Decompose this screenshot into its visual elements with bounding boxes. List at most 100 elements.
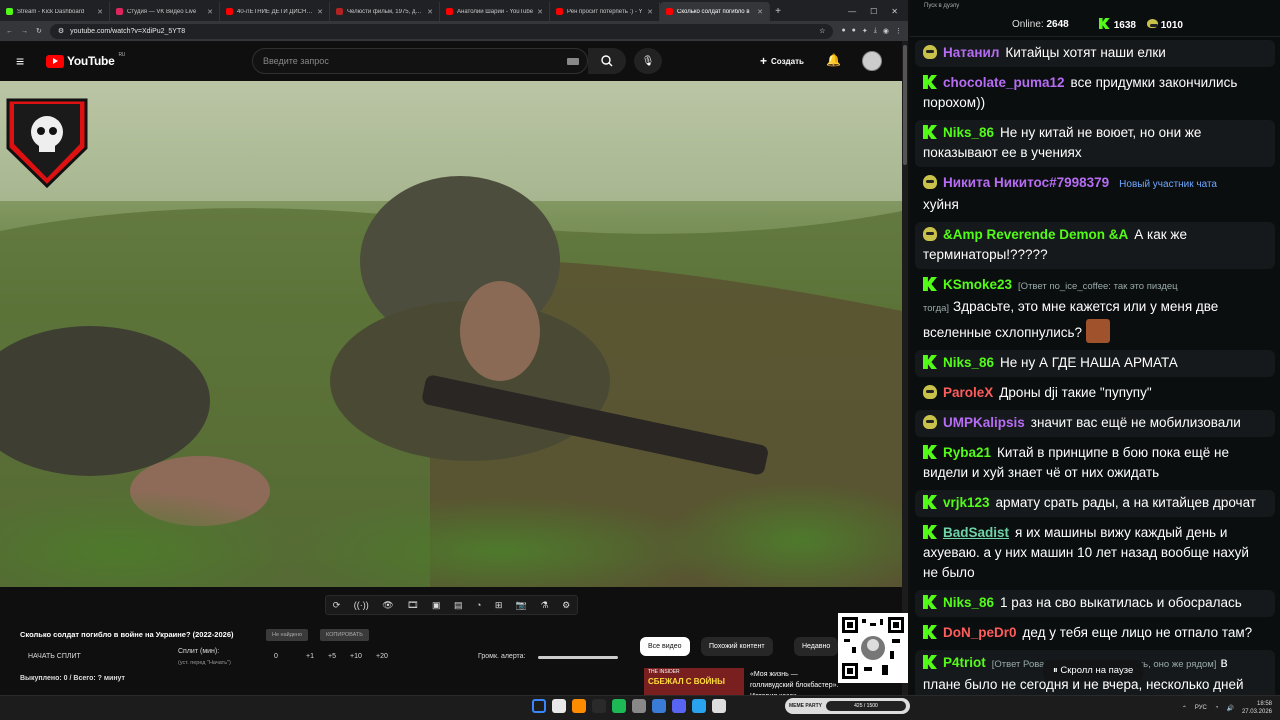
obs-icon[interactable]	[632, 699, 646, 713]
tab-favicon-icon	[116, 8, 123, 15]
profile-icon[interactable]: ◉	[883, 27, 889, 35]
menu-dots-icon[interactable]: ⋮	[895, 27, 902, 35]
chat-username[interactable]: ParoleX	[943, 385, 993, 400]
clock[interactable]: 18:58 27.03.2026	[1242, 700, 1272, 716]
chrome-icon[interactable]	[572, 699, 586, 713]
camera-icon[interactable]: 📷	[516, 600, 527, 611]
site-info-icon[interactable]: ⚙	[58, 27, 64, 35]
chat-username[interactable]: Niks_86	[943, 595, 994, 610]
kick-widget[interactable]: MEME PARTY 425 / 1500	[785, 698, 910, 714]
extension-icon[interactable]: ●	[841, 27, 845, 35]
player-extension-toolbar: ⟳ ((·)) 👁 🎞 ▣ ▤ ◔ ⊞ 📷 ⚗ ⚙	[325, 595, 578, 615]
subtitles-icon[interactable]: ▤	[454, 600, 463, 611]
video-frame	[0, 81, 902, 587]
new-tab-button[interactable]: +	[770, 2, 786, 21]
chat-username[interactable]: vrjk123	[943, 495, 990, 510]
repeat-icon[interactable]: ⟳	[333, 600, 341, 611]
tab-close-icon[interactable]: ✕	[647, 8, 653, 16]
start-split-button[interactable]: НАЧАТЬ СПЛИТ	[28, 653, 81, 660]
browser-tab[interactable]: Челюсти фильм, 1975, дата ✕	[330, 2, 440, 21]
start-icon[interactable]	[532, 699, 546, 713]
chat-username[interactable]: Ryba21	[943, 445, 991, 460]
browser-tab[interactable]: Рен просит потерпеть :) - Y ✕	[550, 2, 660, 21]
tab-close-icon[interactable]: ✕	[207, 8, 213, 16]
browser-tab[interactable]: 40-ЛЕТНИЕ ДЕТИ ДИСНЕЕВ ✕	[220, 2, 330, 21]
page-scrollbar[interactable]	[902, 41, 908, 695]
chat-username[interactable]: DoN_peDr0	[943, 625, 1017, 640]
discord-icon[interactable]	[652, 699, 666, 713]
browser-tab[interactable]: Stream - Kick Dashboard ✕	[0, 2, 110, 21]
avatar[interactable]	[862, 51, 882, 71]
film-icon[interactable]: 🎞	[407, 600, 418, 611]
steam-icon[interactable]	[592, 699, 606, 713]
forward-icon[interactable]: →	[21, 28, 28, 35]
pet-badge-icon	[923, 45, 937, 59]
chat-username[interactable]: P4triot	[943, 655, 986, 670]
volume-icon[interactable]: 🔊	[1226, 705, 1233, 712]
back-icon[interactable]: ←	[6, 28, 13, 35]
chat-username[interactable]: KSmoke23	[943, 277, 1012, 292]
tab-close-icon[interactable]: ✕	[537, 8, 543, 16]
chip-recent[interactable]: Недавно	[794, 637, 838, 656]
chat-username[interactable]: chocolate_puma12	[943, 75, 1065, 90]
app-icon[interactable]	[672, 699, 686, 713]
puzzle-icon[interactable]: ✦	[862, 27, 868, 35]
maximize-icon[interactable]: ☐	[870, 7, 877, 16]
address-bar[interactable]: ⚙ youtube.com/watch?v=XdiPu2_5YT8 ☆	[49, 23, 834, 39]
eye-icon[interactable]: 👁	[382, 600, 393, 611]
chat-username[interactable]: Натанил	[943, 45, 999, 60]
telegram-icon[interactable]	[692, 699, 706, 713]
spotify-icon[interactable]	[612, 699, 626, 713]
split-add-20-button[interactable]: +20	[376, 653, 388, 660]
youtube-logo[interactable]: YouTube RU	[46, 52, 125, 68]
create-button[interactable]: + Создать	[752, 51, 812, 71]
browser-tab[interactable]: Сколько солдат погибло в ✕	[660, 2, 770, 21]
notifications-bell-icon[interactable]: 🔔	[826, 53, 841, 67]
network-icon[interactable]: ◔	[1215, 705, 1219, 711]
tab-close-icon[interactable]: ✕	[757, 8, 763, 16]
chip-related[interactable]: Похожий контент	[701, 637, 773, 656]
tab-close-icon[interactable]: ✕	[427, 8, 433, 16]
voice-search-button[interactable]: 🎙	[634, 48, 662, 74]
video-player[interactable]	[0, 81, 902, 587]
broadcast-icon[interactable]: ((·))	[354, 600, 369, 610]
chat-username[interactable]: Niks_86	[943, 125, 994, 140]
copy-button[interactable]: КОПИРОВАТЬ	[320, 629, 369, 641]
reload-icon[interactable]: ↻	[36, 27, 42, 35]
chat-username[interactable]: BadSadist	[943, 525, 1009, 540]
search-icon[interactable]	[552, 699, 566, 713]
browser-tab[interactable]: Анатолий Шарий - YouTube ✕	[440, 2, 550, 21]
chip-all-videos[interactable]: Все видео	[640, 637, 690, 656]
chat-username[interactable]: Niks_86	[943, 355, 994, 370]
tab-close-icon[interactable]: ✕	[97, 8, 103, 16]
split-add-1-button[interactable]: +1	[306, 653, 314, 660]
flask-icon[interactable]: ⚗	[541, 600, 549, 611]
settings-icon[interactable]: ⚙	[562, 600, 570, 611]
picture-icon[interactable]: ▣	[432, 600, 441, 611]
close-window-icon[interactable]: ✕	[891, 7, 898, 16]
split-add-5-button[interactable]: +5	[328, 653, 336, 660]
chat-username[interactable]: UMPKalipsis	[943, 415, 1025, 430]
extension-icon[interactable]: ●	[852, 27, 856, 35]
download-icon[interactable]: ⤓	[874, 27, 877, 35]
chat-username[interactable]: &Amp Reverende Demon &A	[943, 227, 1128, 242]
alert-volume-slider[interactable]	[538, 656, 618, 659]
language-indicator[interactable]: РУС	[1195, 705, 1207, 711]
search-button[interactable]	[588, 48, 626, 74]
explorer-icon[interactable]	[712, 699, 726, 713]
frame-icon[interactable]: ⊞	[495, 600, 503, 611]
scroll-paused-button[interactable]: ⏸ Скролл на паузе	[1043, 660, 1144, 681]
browser-tab[interactable]: Студия — VK Видео Live ✕	[110, 2, 220, 21]
hamburger-menu-icon[interactable]: ≡	[16, 53, 30, 69]
search-input[interactable]: Введите запрос	[252, 48, 588, 74]
bookmark-star-icon[interactable]: ☆	[819, 27, 825, 35]
chat-username[interactable]: Никита Никитос#7998379	[943, 175, 1109, 190]
keyboard-icon[interactable]	[567, 57, 579, 65]
tab-close-icon[interactable]: ✕	[317, 8, 323, 16]
scrollbar-thumb[interactable]	[903, 45, 907, 165]
recommended-thumbnail[interactable]: THE INSIDER СБЕЖАЛ С ВОЙНЫ	[644, 668, 744, 695]
speed-icon[interactable]: ◔	[476, 600, 481, 610]
split-add-10-button[interactable]: +10	[350, 653, 362, 660]
tray-arrow-icon[interactable]: ⌃	[1182, 705, 1187, 712]
minimize-icon[interactable]: —	[848, 7, 856, 16]
